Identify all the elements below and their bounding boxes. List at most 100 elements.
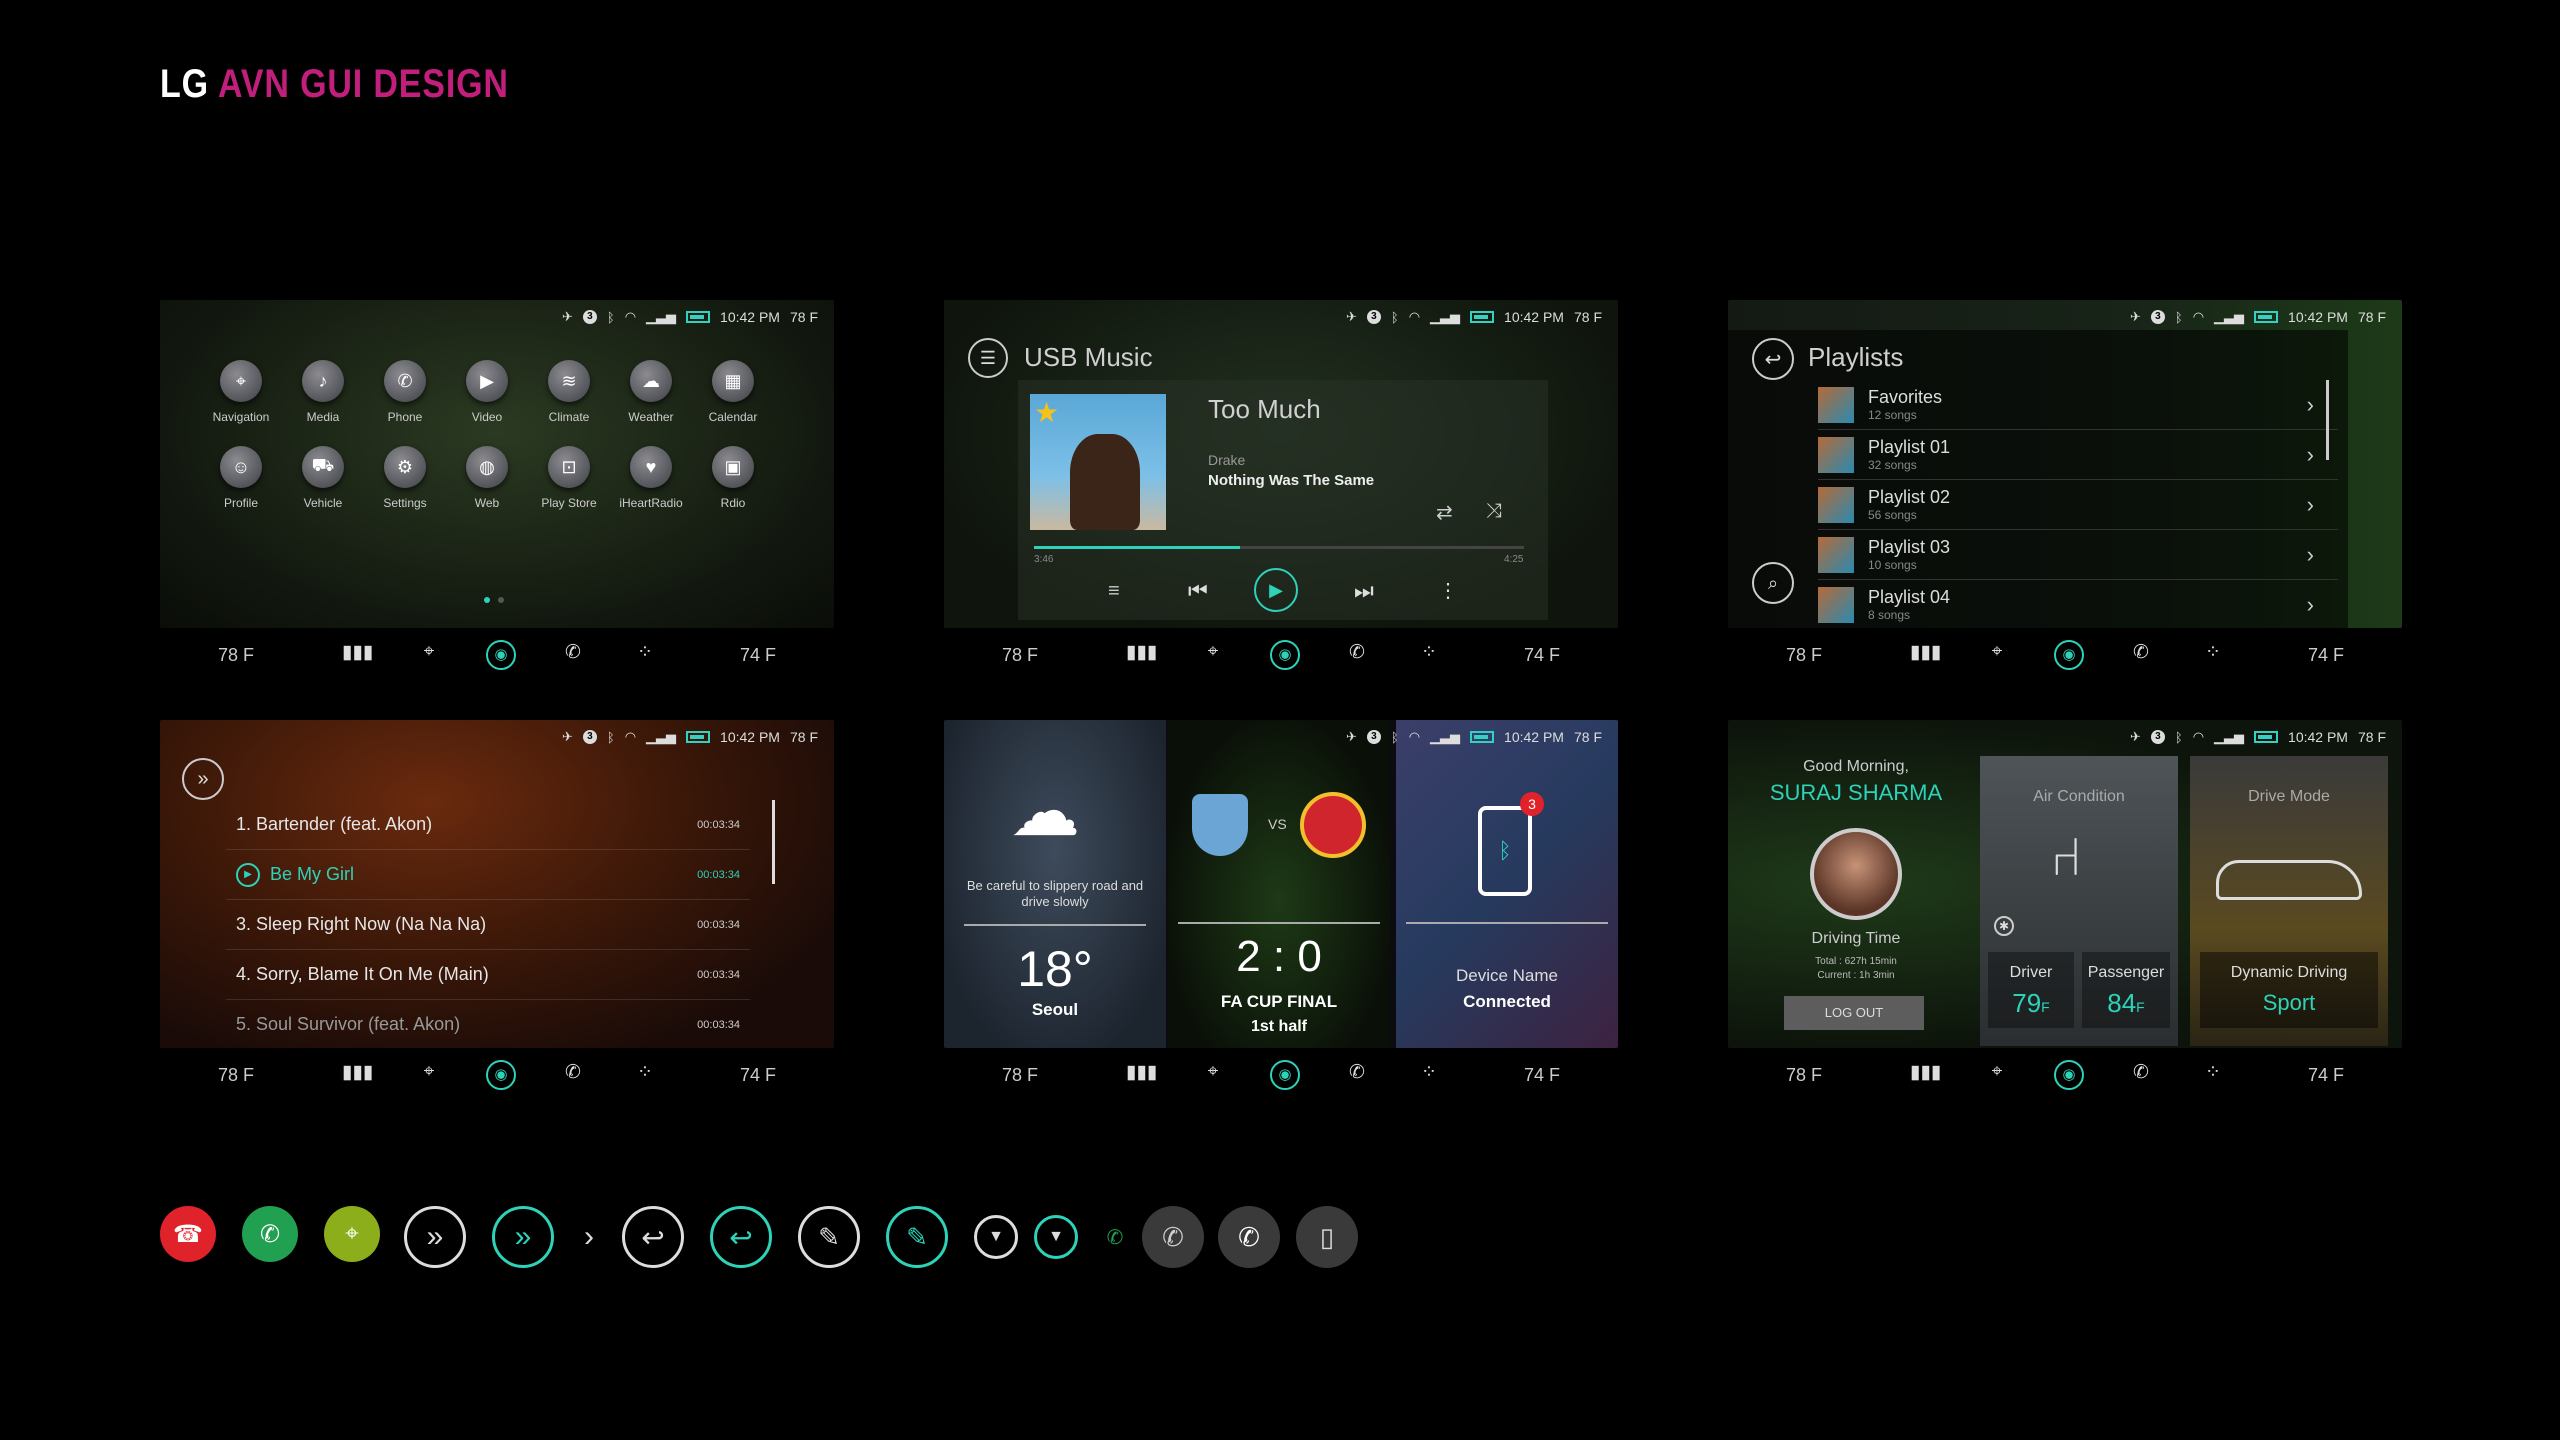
apps-icon[interactable]: ⁘ (630, 1061, 660, 1084)
app-weather[interactable]: ☁ Weather (610, 360, 692, 424)
app-vehicle[interactable]: ⛟ Vehicle (282, 446, 364, 510)
queue-icon[interactable]: ≡ (1108, 580, 1120, 603)
add-call-icon[interactable]: ✆ (1142, 1206, 1204, 1268)
media-icon[interactable]: ◉ (1270, 640, 1300, 670)
repeat-icon[interactable]: ⇄ (1436, 500, 1453, 525)
phone-icon[interactable]: ✆ (558, 641, 588, 664)
match-widget[interactable]: VS 2 : 0 FA CUP FINAL 1st half (1168, 720, 1390, 1048)
phone-icon[interactable]: ✆ (558, 1061, 588, 1084)
driver-temp[interactable]: 79F (1988, 988, 2074, 1019)
apps-icon[interactable]: ⁘ (2198, 1061, 2228, 1084)
right-temp[interactable]: 74 F (740, 1065, 776, 1086)
map-pin-icon[interactable]: ⌖ (1982, 1061, 2012, 1083)
app-navigation[interactable]: ⌖ Navigation (200, 360, 282, 424)
previous-icon[interactable]: ⏮ (1188, 578, 1208, 604)
add-call-active-icon[interactable]: ✆ (1218, 1206, 1280, 1268)
table-row[interactable]: 1. Bartender (feat. Akon) 00:03:34 (226, 800, 750, 850)
left-temp[interactable]: 78 F (1786, 1065, 1822, 1086)
table-row[interactable]: ▶ Be My Girl 00:03:34 (226, 850, 750, 900)
media-icon[interactable]: ◉ (1270, 1060, 1300, 1090)
app-phone[interactable]: ✆ Phone (364, 360, 446, 424)
right-temp[interactable]: 74 F (2308, 1065, 2344, 1086)
phone-device-icon[interactable]: ▯ (1296, 1206, 1358, 1268)
next-icon[interactable]: ⏭ (1354, 578, 1374, 604)
device-widget[interactable]: ᛒ 3 Device Name Connected (1396, 720, 1618, 1048)
app-settings[interactable]: ⚙ Settings (364, 446, 446, 510)
right-temp[interactable]: 74 F (2308, 645, 2344, 666)
phone-icon[interactable]: ✆ (2126, 641, 2156, 664)
avatar[interactable] (1810, 828, 1902, 920)
page-indicator[interactable] (484, 597, 504, 603)
app-iheartradio[interactable]: ♥ iHeartRadio (610, 446, 692, 510)
drive-mode-card[interactable]: Drive Mode Dynamic Driving Sport (2190, 756, 2388, 1046)
map-pin-icon[interactable]: ⌖ (414, 1061, 444, 1083)
shuffle-icon[interactable]: ⤨ (1486, 500, 1502, 523)
app-video[interactable]: ▶ Video (446, 360, 528, 424)
small-call-icon[interactable]: ✆ (1100, 1206, 1130, 1268)
progress-bar[interactable] (1034, 546, 1524, 549)
list-item[interactable]: Playlist 03 10 songs › (1818, 530, 2338, 580)
dashboard-icon[interactable]: ▮▮▮ (1910, 1061, 1941, 1084)
double-chevron-icon[interactable]: » (404, 1206, 466, 1268)
search-button[interactable]: ⌕ (1752, 562, 1794, 604)
logout-button[interactable]: LOG OUT (1784, 996, 1924, 1030)
more-icon[interactable]: ⋮ (1438, 578, 1458, 603)
air-condition-card[interactable]: Air Condition ⑁ ✱ Driver 79F Passenger 8… (1980, 756, 2178, 1046)
play-button[interactable]: ▶ (1254, 568, 1298, 612)
left-temp[interactable]: 78 F (1002, 1065, 1038, 1086)
dashboard-icon[interactable]: ▮▮▮ (342, 641, 373, 664)
dashboard-icon[interactable]: ▮▮▮ (342, 1061, 373, 1084)
right-temp[interactable]: 74 F (1524, 1065, 1560, 1086)
app-profile[interactable]: ☺ Profile (200, 446, 282, 510)
table-row[interactable]: 4. Sorry, Blame It On Me (Main) 00:03:34 (226, 950, 750, 1000)
media-icon[interactable]: ◉ (486, 1060, 516, 1090)
double-chevron-active-icon[interactable]: » (492, 1206, 554, 1268)
back-arrow-icon[interactable]: ↩ (622, 1206, 684, 1268)
weather-widget[interactable]: ☁ Be careful to slippery road and drive … (944, 720, 1166, 1048)
dashboard-icon[interactable]: ▮▮▮ (1126, 1061, 1157, 1084)
phone-icon[interactable]: ✆ (1342, 1061, 1372, 1084)
app-media[interactable]: ♪ Media (282, 360, 364, 424)
map-pin-icon[interactable]: ⌖ (324, 1206, 380, 1262)
app-rdio[interactable]: ▣ Rdio (692, 446, 774, 510)
left-temp[interactable]: 78 F (218, 1065, 254, 1086)
dropdown-active-icon[interactable]: ▼ (1034, 1215, 1078, 1259)
apps-icon[interactable]: ⁘ (1414, 641, 1444, 664)
app-web[interactable]: ◍ Web (446, 446, 528, 510)
menu-button[interactable]: ☰ (968, 338, 1008, 378)
back-arrow-active-icon[interactable]: ↩ (710, 1206, 772, 1268)
phone-icon[interactable]: ✆ (2126, 1061, 2156, 1084)
media-icon[interactable]: ◉ (486, 640, 516, 670)
list-item[interactable]: Playlist 01 32 songs › (1818, 430, 2338, 480)
scrollbar[interactable] (772, 800, 775, 884)
end-call-icon[interactable]: ☎ (160, 1206, 216, 1262)
scrollbar[interactable] (2326, 380, 2329, 460)
dashboard-icon[interactable]: ▮▮▮ (1126, 641, 1157, 664)
list-item[interactable]: Playlist 02 56 songs › (1818, 480, 2338, 530)
map-pin-icon[interactable]: ⌖ (1198, 641, 1228, 663)
app-play-store[interactable]: ⊡ Play Store (528, 446, 610, 510)
right-temp[interactable]: 74 F (1524, 645, 1560, 666)
edit-active-icon[interactable]: ✎ (886, 1206, 948, 1268)
map-pin-icon[interactable]: ⌖ (414, 641, 444, 663)
back-button[interactable]: ↩ (1752, 338, 1794, 380)
passenger-temp[interactable]: 84F (2082, 988, 2170, 1019)
fan-icon[interactable]: ✱ (1994, 916, 2014, 936)
media-icon[interactable]: ◉ (2054, 1060, 2084, 1090)
list-item[interactable]: Playlist 04 8 songs › (1818, 580, 2338, 628)
table-row[interactable]: 5. Soul Survivor (feat. Akon) 00:03:34 (226, 1000, 750, 1048)
drive-mode-value[interactable]: Sport (2200, 990, 2378, 1016)
apps-icon[interactable]: ⁘ (630, 641, 660, 664)
left-temp[interactable]: 78 F (1786, 645, 1822, 666)
chevron-right-icon[interactable]: › (574, 1206, 604, 1268)
left-temp[interactable]: 78 F (1002, 645, 1038, 666)
map-pin-icon[interactable]: ⌖ (1198, 1061, 1228, 1083)
right-temp[interactable]: 74 F (740, 645, 776, 666)
table-row[interactable]: 3. Sleep Right Now (Na Na Na) 00:03:34 (226, 900, 750, 950)
list-item[interactable]: Favorites 12 songs › (1818, 380, 2338, 430)
call-icon[interactable]: ✆ (242, 1206, 298, 1262)
apps-icon[interactable]: ⁘ (2198, 641, 2228, 664)
dropdown-icon[interactable]: ▼ (974, 1215, 1018, 1259)
dashboard-icon[interactable]: ▮▮▮ (1910, 641, 1941, 664)
app-calendar[interactable]: ▦ Calendar (692, 360, 774, 424)
